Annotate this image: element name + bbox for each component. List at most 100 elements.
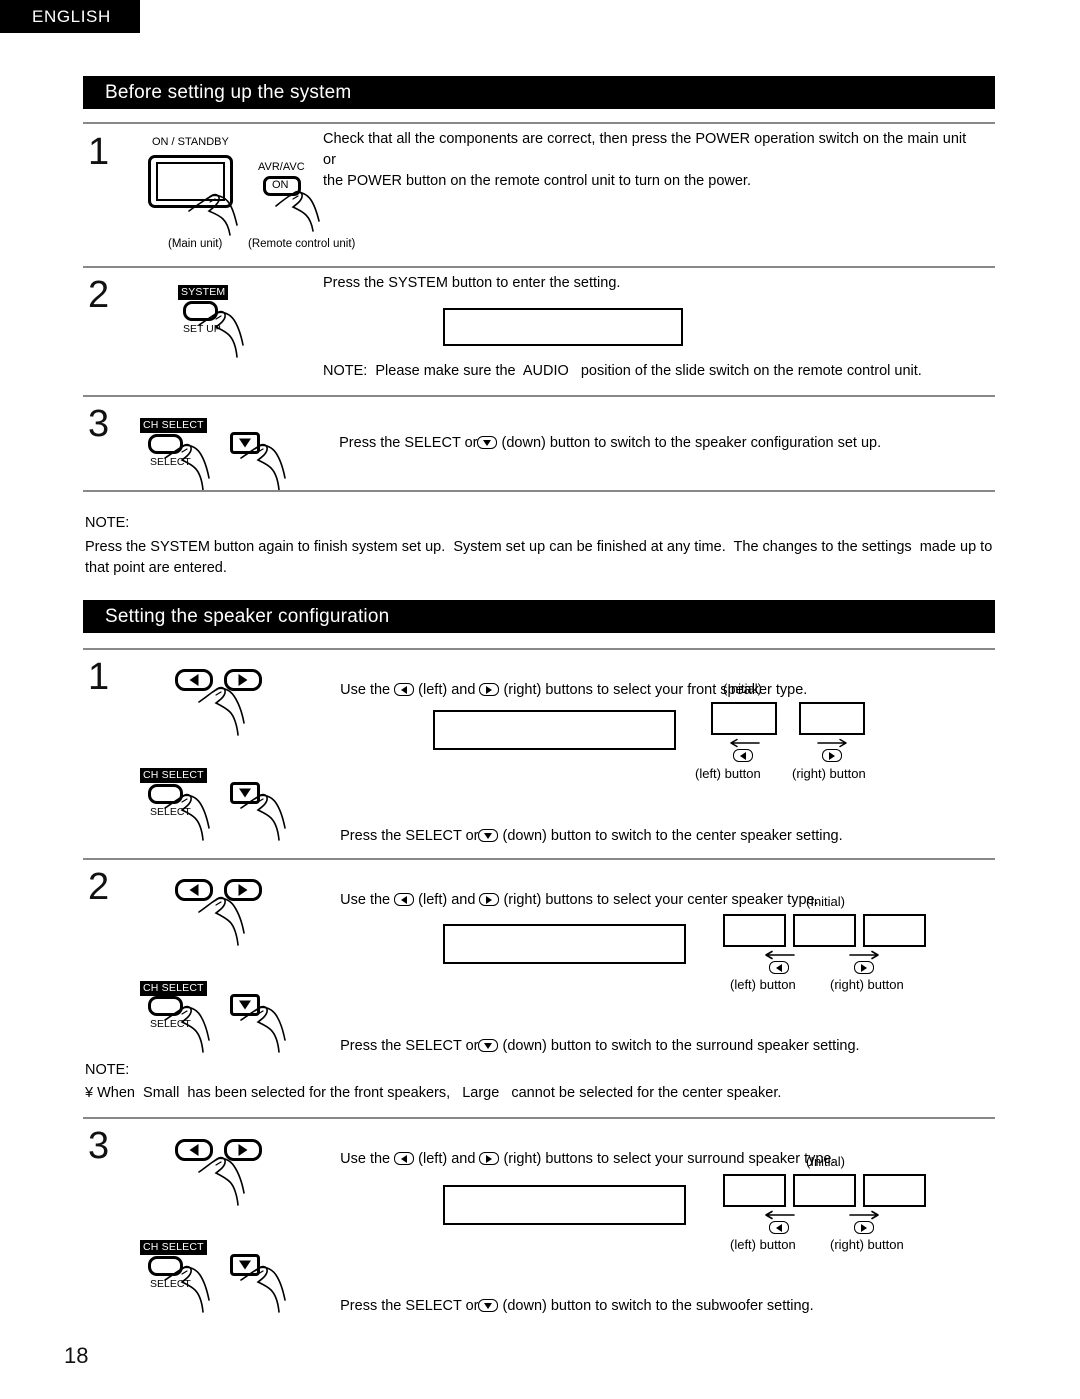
- option-box: [793, 914, 856, 947]
- right-button-caption: (right) button: [792, 766, 866, 781]
- document-page: ENGLISH Before setting up the system 1 O…: [0, 0, 1080, 1399]
- left-key-icon: [394, 683, 415, 697]
- display-panel: [443, 308, 683, 346]
- initial-label: (Initial): [806, 1154, 846, 1169]
- system-chip-label: SYSTEM: [178, 285, 229, 301]
- spk3-use-after: (right) buttons to select your surround …: [503, 1151, 836, 1168]
- option-box: [863, 1174, 926, 1207]
- avr-avc-label: AVR/AVC: [258, 161, 305, 173]
- left-key-icon: [769, 961, 789, 974]
- pointing-hand-icon: [198, 1156, 245, 1206]
- spk2-use-after: (right) buttons to select your center sp…: [503, 892, 819, 909]
- step3-text-after: (down) button to switch to the speaker c…: [501, 435, 882, 452]
- pointing-hand-icon: [164, 443, 210, 491]
- step3-text-before: Press the SELECT or: [339, 435, 478, 452]
- left-key-icon: [394, 1152, 415, 1166]
- section-heading-speaker-config: Setting the speaker configuration: [83, 600, 995, 633]
- ch-select-chip-label: CH SELECT: [140, 1240, 207, 1256]
- note-body: Press the SYSTEM button again to finish …: [85, 539, 993, 577]
- down-key-icon: [478, 1299, 499, 1313]
- right-key-icon: [822, 749, 842, 762]
- option-box: [711, 702, 777, 735]
- arrow-right-icon: [849, 1210, 879, 1220]
- pointing-hand-icon: [240, 443, 286, 491]
- spk3-press-before: Press the SELECT or: [340, 1298, 479, 1315]
- pointing-hand-icon: [240, 793, 286, 841]
- ch-select-chip-label: CH SELECT: [140, 981, 207, 997]
- left-button-caption: (left) button: [730, 1237, 796, 1252]
- down-key-icon: [477, 436, 498, 450]
- rule: [83, 490, 995, 492]
- rule: [83, 122, 995, 124]
- pointing-hand-icon: [240, 1265, 286, 1313]
- arrow-left-icon: [765, 1210, 795, 1220]
- note-heading: NOTE:: [85, 515, 130, 531]
- right-button-caption: (right) button: [830, 1237, 904, 1252]
- right-key-icon: [854, 1221, 874, 1234]
- spk2-use-before: Use the: [340, 892, 391, 909]
- left-key-icon: [394, 893, 415, 907]
- spk1-press-after: (down) button to switch to the center sp…: [502, 828, 843, 845]
- down-key-icon: [478, 1039, 499, 1053]
- display-panel: [443, 924, 686, 964]
- arrow-right-icon: [817, 738, 847, 748]
- note-body: ¥ When Small has been selected for the f…: [85, 1085, 782, 1101]
- spk1-use-mid: (left) and: [418, 682, 476, 699]
- spk2-press-after: (down) button to switch to the surround …: [502, 1038, 860, 1055]
- option-box: [723, 914, 786, 947]
- display-panel: [433, 710, 676, 750]
- step-number: 1: [88, 131, 110, 173]
- spk3-press-after: (down) button to switch to the subwoofer…: [502, 1298, 814, 1315]
- section-heading-before-setup: Before setting up the system: [83, 76, 995, 109]
- remote-caption: (Remote control unit): [248, 238, 356, 250]
- main-unit-caption: (Main unit): [168, 238, 223, 250]
- step-number: 2: [88, 274, 110, 316]
- language-tab: ENGLISH: [0, 0, 140, 33]
- step1-body-text: Check that all the components are correc…: [323, 131, 967, 190]
- on-standby-label: ON / STANDBY: [152, 136, 229, 148]
- ch-select-chip-label: CH SELECT: [140, 768, 207, 784]
- pointing-hand-icon: [198, 686, 245, 736]
- pointing-hand-icon: [198, 896, 245, 946]
- option-box: [793, 1174, 856, 1207]
- step-number: 2: [88, 866, 110, 908]
- pointing-hand-icon: [188, 193, 238, 236]
- step-number: 1: [88, 656, 110, 698]
- left-key-icon: [733, 749, 753, 762]
- step2-body-text: Press the SYSTEM button to enter the set…: [323, 275, 621, 291]
- rule: [83, 858, 995, 860]
- rule: [83, 1117, 995, 1119]
- left-key-icon: [769, 1221, 789, 1234]
- option-box: [799, 702, 865, 735]
- step2-note-text: NOTE: Please make sure the AUDIO positio…: [323, 363, 922, 379]
- option-box: [723, 1174, 786, 1207]
- spk1-use-before: Use the: [340, 682, 391, 699]
- page-number: 18: [64, 1343, 89, 1368]
- note-heading: NOTE:: [85, 1062, 130, 1078]
- right-button-caption: (right) button: [830, 977, 904, 992]
- pointing-hand-icon: [198, 310, 244, 358]
- right-key-icon: [479, 683, 500, 697]
- rule: [83, 395, 995, 397]
- spk3-use-mid: (left) and: [418, 1151, 476, 1168]
- rule: [83, 266, 995, 268]
- arrow-right-icon: [849, 950, 879, 960]
- step-number: 3: [88, 403, 110, 445]
- right-key-icon: [479, 1152, 500, 1166]
- pointing-hand-icon: [164, 1005, 210, 1053]
- initial-label: (Initial): [723, 681, 763, 696]
- rule: [83, 648, 995, 650]
- pointing-hand-icon: [240, 1005, 286, 1053]
- option-box: [863, 914, 926, 947]
- initial-label: (Initial): [806, 894, 846, 909]
- down-key-icon: [478, 829, 499, 843]
- spk3-use-before: Use the: [340, 1151, 391, 1168]
- pointing-hand-icon: [164, 1265, 210, 1313]
- ch-select-chip-label: CH SELECT: [140, 418, 207, 434]
- arrow-left-icon: [730, 738, 760, 748]
- display-panel: [443, 1185, 686, 1225]
- left-button-caption: (left) button: [695, 766, 761, 781]
- spk2-press-before: Press the SELECT or: [340, 1038, 479, 1055]
- spk2-use-mid: (left) and: [418, 892, 476, 909]
- pointing-hand-icon: [164, 793, 210, 841]
